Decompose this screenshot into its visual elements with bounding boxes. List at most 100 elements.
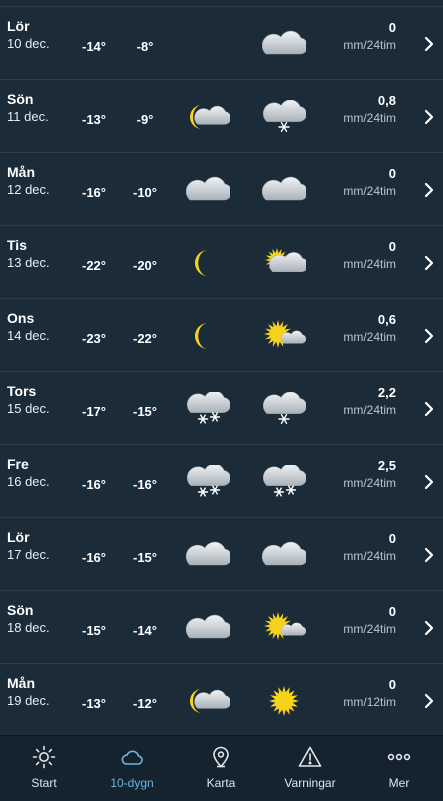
- chevron-right-icon[interactable]: [419, 326, 439, 346]
- cloud-outline-icon: [121, 750, 143, 765]
- day-label: Lör: [7, 18, 30, 34]
- forecast-row[interactable]: Sön 18 dec. -15° -14° 0 mm/24tim: [0, 590, 443, 663]
- chevron-right-icon[interactable]: [419, 472, 439, 492]
- precipitation-unit: mm/24tim: [343, 38, 396, 52]
- precipitation-unit: mm/24tim: [343, 330, 396, 344]
- map-pin-icon: [213, 746, 229, 768]
- max-temperature: -15°: [133, 550, 157, 565]
- tab-karta[interactable]: Karta: [177, 736, 265, 801]
- forecast-row[interactable]: Fre 16 dec. -16° -16° 2,5 mm/24tim: [0, 444, 443, 517]
- moon-cloud-icon: [186, 684, 232, 718]
- min-temperature: -17°: [82, 404, 106, 419]
- chevron-right-icon[interactable]: [419, 253, 439, 273]
- bottom-nav: Start 10-dygn Karta Varningar Mer: [0, 735, 443, 801]
- precipitation-value: 0: [388, 239, 396, 254]
- empty-icon: [186, 27, 230, 61]
- date-label: 17 dec.: [7, 547, 50, 562]
- min-temperature: -22°: [82, 258, 106, 273]
- more-icon: [387, 753, 411, 761]
- precipitation-value: 0: [388, 677, 396, 692]
- chevron-right-icon[interactable]: [419, 180, 439, 200]
- forecast-row[interactable]: Lör 10 dec. -14° -8° 0 mm/24tim: [0, 6, 443, 79]
- day-label: Sön: [7, 91, 34, 107]
- precipitation-value: 0: [388, 166, 396, 181]
- forecast-row[interactable]: Tis 13 dec. -22° -20° 0 mm/24tim: [0, 225, 443, 298]
- cloud-icon: [261, 538, 309, 572]
- day-label: Tors: [7, 383, 37, 399]
- tab-label: Varningar: [284, 776, 336, 790]
- forecast-row[interactable]: Tors 15 dec. -17° -15° 2,2 mm/24tim: [0, 371, 443, 444]
- moon-icon: [186, 319, 230, 353]
- tab-varningar[interactable]: Varningar: [266, 736, 354, 801]
- tab-label: Start: [31, 776, 57, 790]
- tab-label: Mer: [388, 776, 410, 790]
- max-temperature: -15°: [133, 404, 157, 419]
- max-temperature: -22°: [133, 331, 157, 346]
- forecast-list: Lör 10 dec. -14° -8° 0 mm/24tim Sön 11 d…: [0, 0, 443, 735]
- forecast-row[interactable]: Mån 12 dec. -16° -10° 0 mm/24tim: [0, 152, 443, 225]
- min-temperature: -13°: [82, 696, 106, 711]
- cloud-heavy-snow-icon: [186, 463, 231, 499]
- max-temperature: -8°: [136, 39, 154, 54]
- max-temperature: -10°: [133, 185, 157, 200]
- day-label: Fre: [7, 456, 29, 472]
- max-temperature: -16°: [133, 477, 157, 492]
- precipitation-unit: mm/12tim: [343, 695, 396, 709]
- sun-small-cloud-icon: [262, 319, 307, 353]
- forecast-row[interactable]: Ons 14 dec. -23° -22° 0,6 mm/24tim: [0, 298, 443, 371]
- min-temperature: -23°: [82, 331, 106, 346]
- forecast-row[interactable]: Sön 11 dec. -13° -9° 0,8 mm/24tim: [0, 79, 443, 152]
- precipitation-unit: mm/24tim: [343, 549, 396, 563]
- cloud-snow-icon: [262, 391, 307, 426]
- min-temperature: -14°: [82, 39, 106, 54]
- precipitation-value: 2,5: [377, 458, 396, 473]
- max-temperature: -12°: [133, 696, 157, 711]
- sun-cloud-icon: [262, 246, 309, 280]
- forecast-row[interactable]: Lör 17 dec. -16° -15° 0 mm/24tim: [0, 517, 443, 590]
- precipitation-unit: mm/24tim: [343, 476, 396, 490]
- precipitation-value: 0: [388, 531, 396, 546]
- cloud-icon: [185, 173, 233, 207]
- day-label: Mån: [7, 675, 35, 691]
- warning-icon: [298, 746, 322, 767]
- tab-start[interactable]: Start: [0, 736, 88, 801]
- precipitation-unit: mm/24tim: [343, 111, 396, 125]
- min-temperature: -15°: [82, 623, 106, 638]
- chevron-right-icon[interactable]: [419, 545, 439, 565]
- precipitation-value: 0: [388, 20, 396, 35]
- chevron-right-icon[interactable]: [419, 399, 439, 419]
- sun-icon: [262, 684, 306, 718]
- date-label: 15 dec.: [7, 401, 50, 416]
- max-temperature: -14°: [133, 623, 157, 638]
- day-label: Ons: [7, 310, 35, 326]
- precipitation-unit: mm/24tim: [343, 184, 396, 198]
- tab-10-dygn[interactable]: 10-dygn: [88, 736, 176, 801]
- date-label: 14 dec.: [7, 328, 50, 343]
- cloud-heavy-snow-icon: [262, 463, 307, 499]
- chevron-right-icon[interactable]: [419, 691, 439, 711]
- cloud-heavy-snow-icon: [186, 390, 231, 426]
- max-temperature: -20°: [133, 258, 157, 273]
- chevron-right-icon[interactable]: [419, 618, 439, 638]
- forecast-row[interactable]: Mån 19 dec. -13° -12° 0 mm/12tim: [0, 663, 443, 735]
- tab-label: 10-dygn: [110, 776, 154, 790]
- precipitation-unit: mm/24tim: [343, 257, 396, 271]
- cloud-icon: [261, 173, 309, 207]
- cloud-icon: [185, 538, 233, 572]
- date-label: 10 dec.: [7, 36, 50, 51]
- day-label: Tis: [7, 237, 27, 253]
- chevron-right-icon[interactable]: [419, 107, 439, 127]
- date-label: 16 dec.: [7, 474, 50, 489]
- precipitation-unit: mm/24tim: [343, 622, 396, 636]
- chevron-right-icon[interactable]: [419, 34, 439, 54]
- precipitation-value: 0,8: [377, 93, 396, 108]
- precipitation-value: 0,6: [377, 312, 396, 327]
- tab-mer[interactable]: Mer: [355, 736, 443, 801]
- date-label: 18 dec.: [7, 620, 50, 635]
- date-label: 19 dec.: [7, 693, 50, 708]
- date-label: 11 dec.: [7, 109, 49, 124]
- min-temperature: -16°: [82, 550, 106, 565]
- cloud-icon: [261, 27, 309, 61]
- min-temperature: -16°: [82, 185, 106, 200]
- cloud-snow-icon: [262, 99, 307, 134]
